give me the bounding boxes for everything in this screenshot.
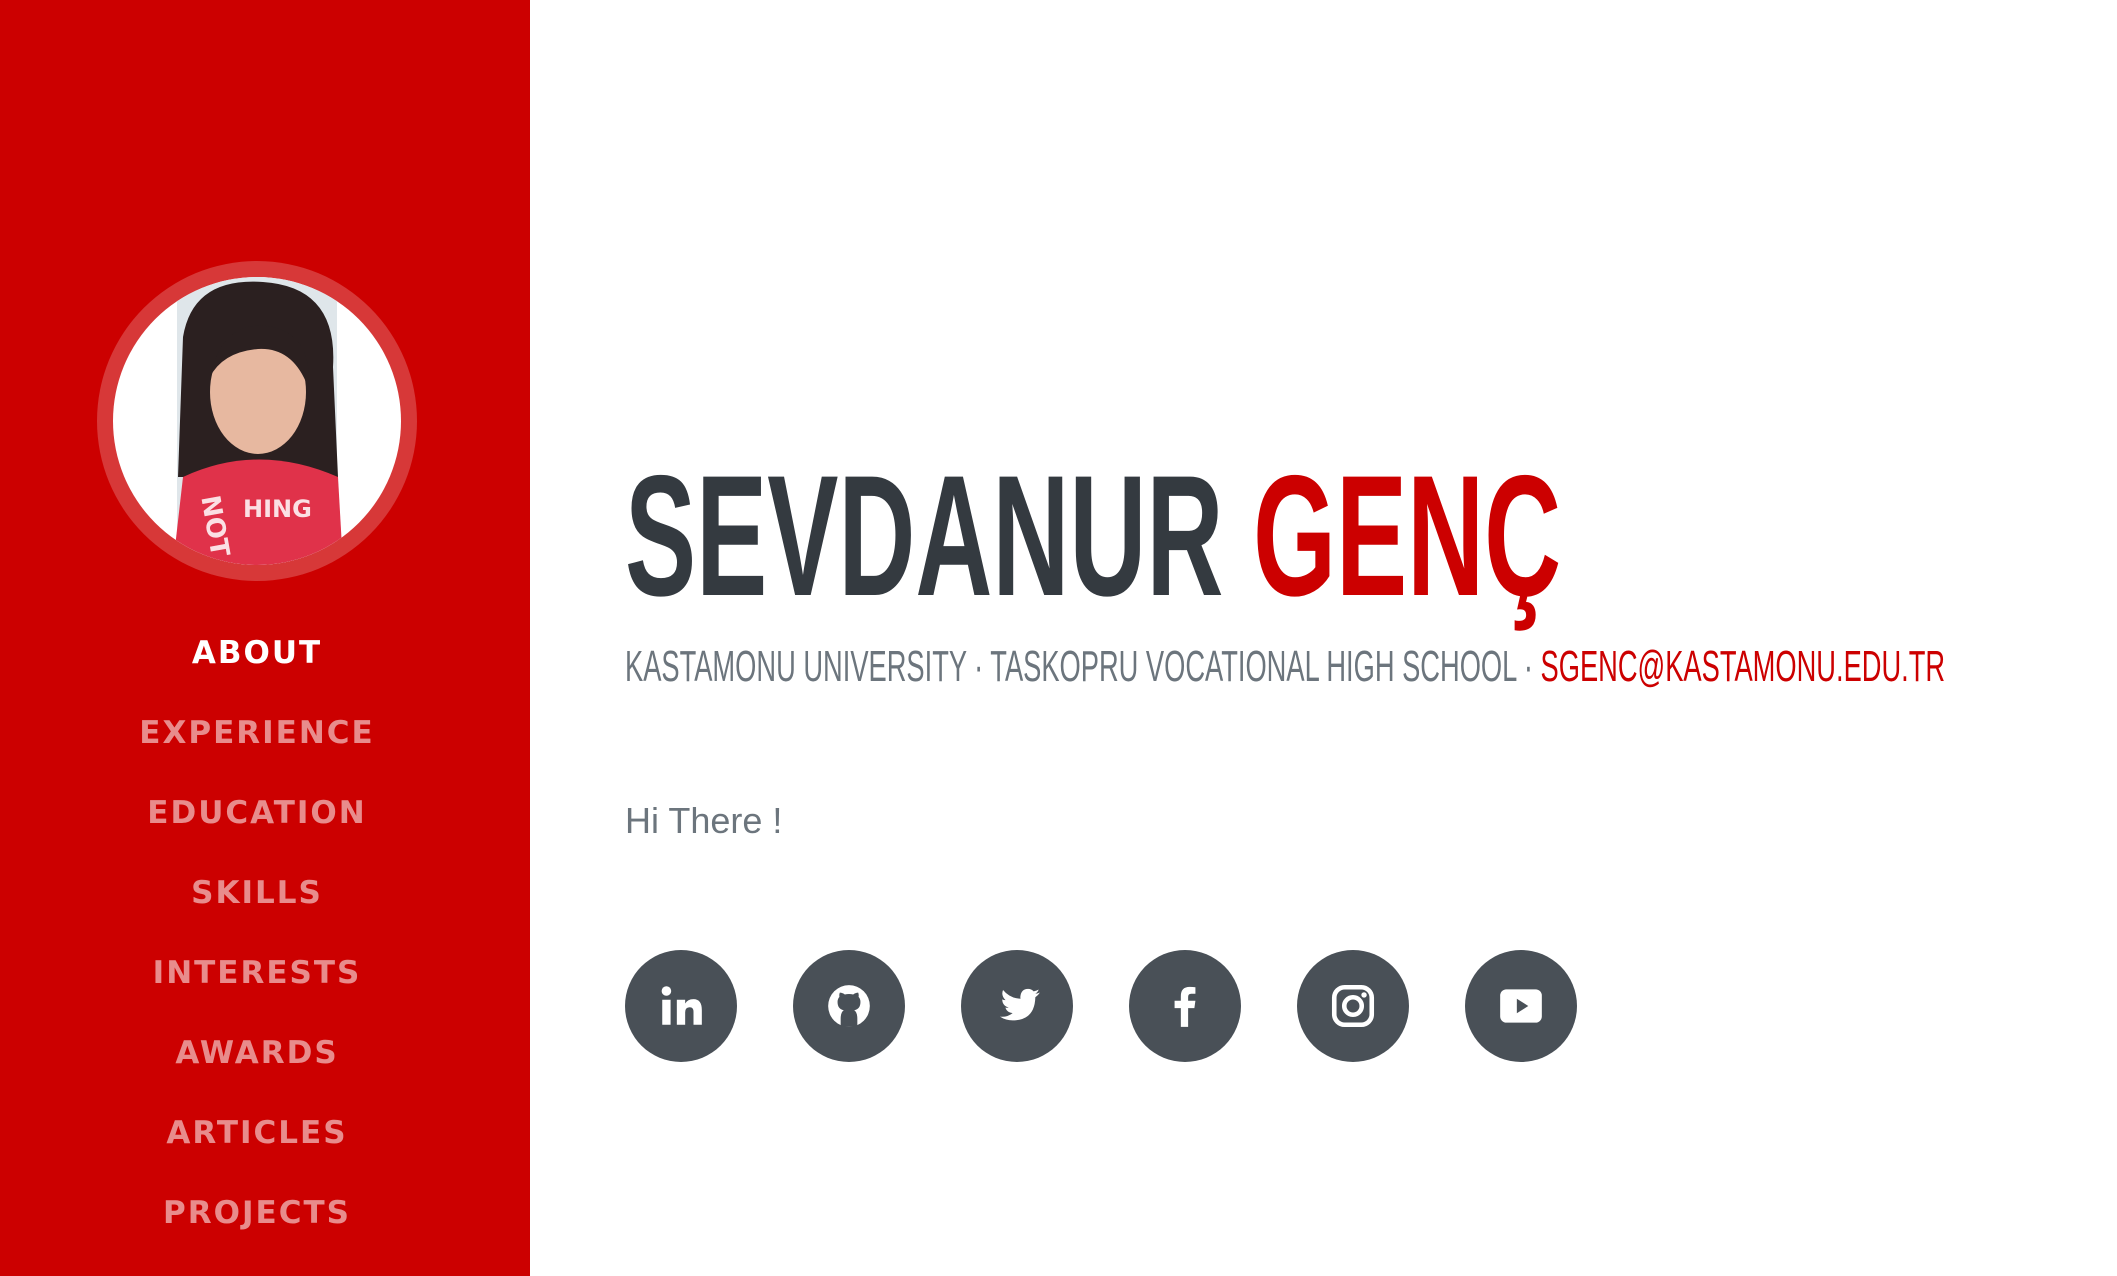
facebook-icon [1174, 986, 1196, 1027]
sidebar: NOT HING ABOUT EXPERIENCE EDUCATION SKIL… [0, 0, 530, 1276]
twitter-button[interactable] [961, 950, 1073, 1062]
nav-item-awards: AWARDS [0, 1028, 514, 1108]
nav-link-awards[interactable]: AWARDS [175, 1035, 338, 1071]
linkedin-button[interactable] [625, 950, 737, 1062]
nav-item-education: EDUCATION [0, 788, 514, 868]
subheading: KASTAMONU UNIVERSITY · TASKOPRU VOCATION… [625, 642, 1945, 692]
nav-link-projects[interactable]: PROJECTS [163, 1195, 351, 1231]
avatar[interactable]: NOT HING [113, 277, 401, 565]
about-section: SEVDANUR GENÇ KASTAMONU UNIVERSITY · TAS… [625, 0, 2085, 1276]
nav-link-articles[interactable]: ARTICLES [166, 1115, 347, 1151]
nav-item-projects: PROJECTS [0, 1188, 514, 1268]
github-icon [828, 985, 870, 1027]
social-icons [625, 950, 1577, 1062]
avatar-ring: NOT HING [97, 261, 417, 581]
nav-link-interests[interactable]: INTERESTS [153, 955, 362, 991]
instagram-icon [1331, 984, 1375, 1028]
nav-link-about[interactable]: ABOUT [192, 635, 322, 671]
instagram-button[interactable] [1297, 950, 1409, 1062]
nav-link-education[interactable]: EDUCATION [147, 795, 366, 831]
sidebar-nav: ABOUT EXPERIENCE EDUCATION SKILLS INTERE… [0, 628, 514, 1268]
twitter-icon [999, 988, 1040, 1021]
nav-item-experience: EXPERIENCE [0, 708, 514, 788]
first-name: SEVDANUR [625, 440, 1224, 632]
last-name: GENÇ [1253, 440, 1562, 632]
affiliation: KASTAMONU UNIVERSITY · TASKOPRU VOCATION… [625, 642, 1541, 691]
nav-item-interests: INTERESTS [0, 948, 514, 1028]
nav-item-skills: SKILLS [0, 868, 514, 948]
page-title: SEVDANUR GENÇ [625, 450, 1561, 622]
email-link[interactable]: SGENC@KASTAMONU.EDU.TR [1541, 642, 1946, 691]
nav-link-experience[interactable]: EXPERIENCE [139, 715, 374, 751]
nav-item-articles: ARTICLES [0, 1108, 514, 1188]
linkedin-icon [661, 986, 702, 1025]
youtube-icon [1500, 989, 1542, 1023]
intro-text: Hi There ! [625, 800, 783, 841]
nav-item-about: ABOUT [0, 628, 514, 708]
avatar-photo: NOT HING [173, 277, 343, 565]
youtube-button[interactable] [1465, 950, 1577, 1062]
svg-text:HING: HING [243, 495, 312, 523]
facebook-button[interactable] [1129, 950, 1241, 1062]
nav-link-skills[interactable]: SKILLS [191, 875, 323, 911]
github-button[interactable] [793, 950, 905, 1062]
